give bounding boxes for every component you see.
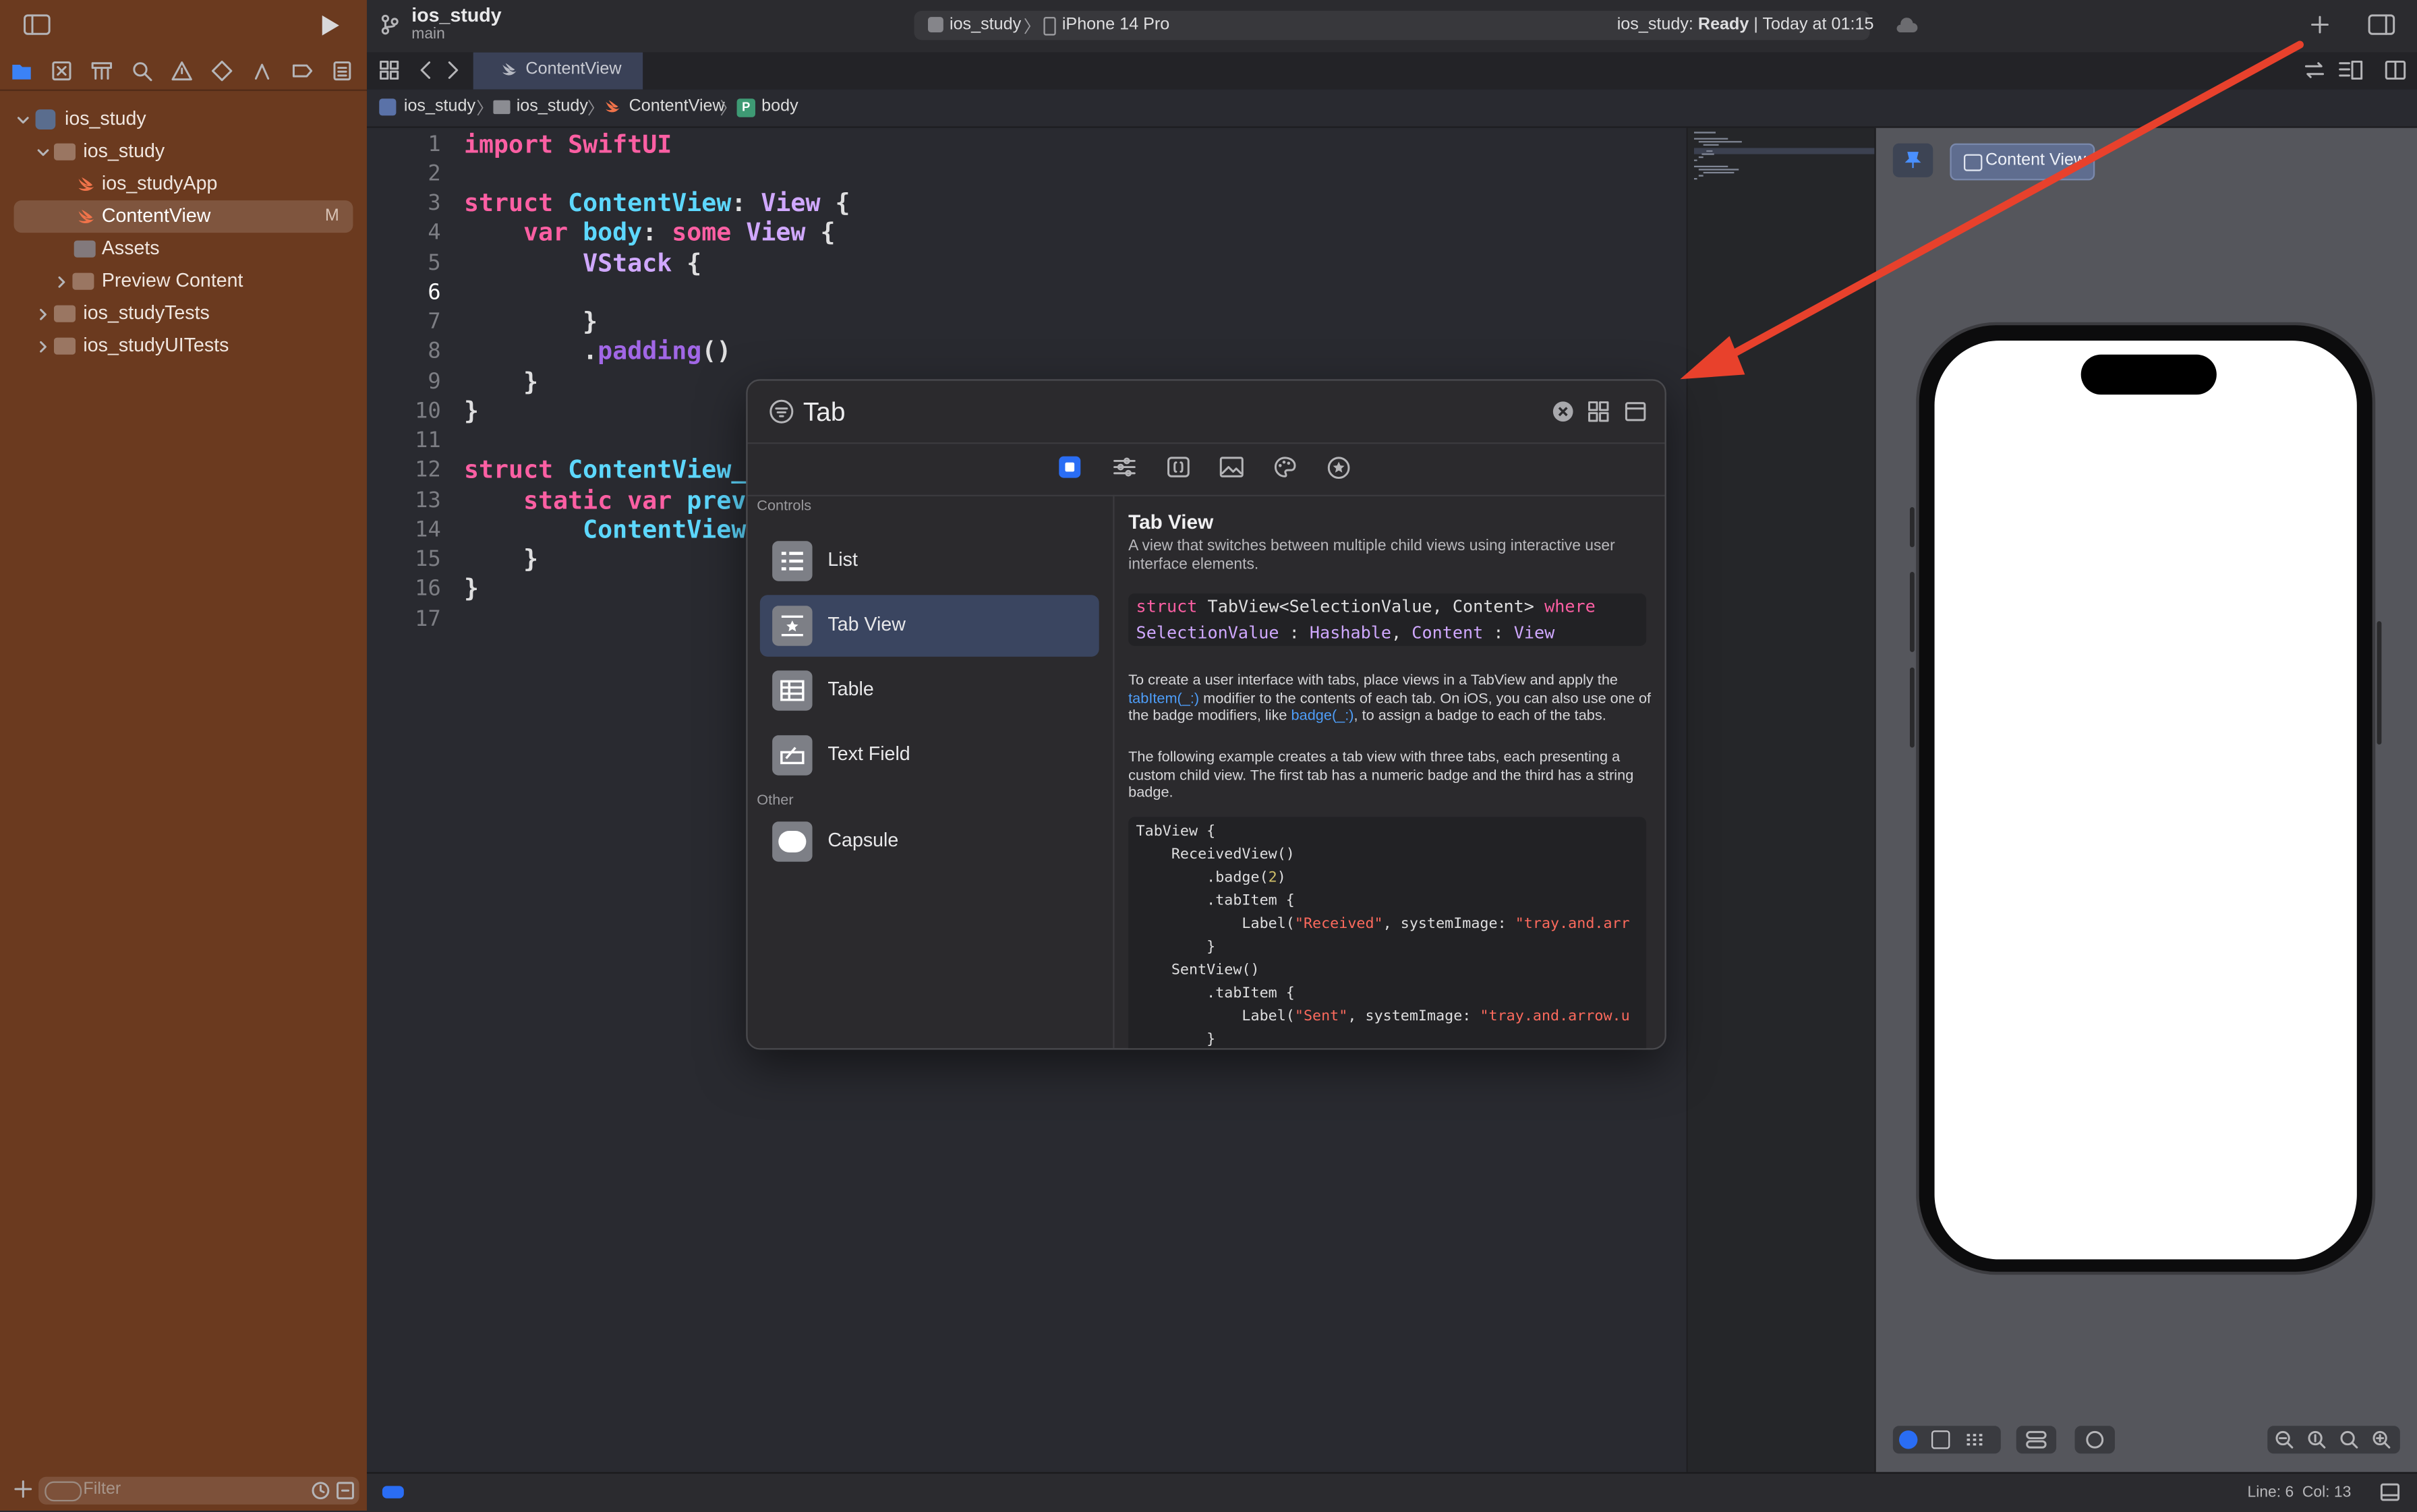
annotation-arrow xyxy=(1680,40,2304,380)
